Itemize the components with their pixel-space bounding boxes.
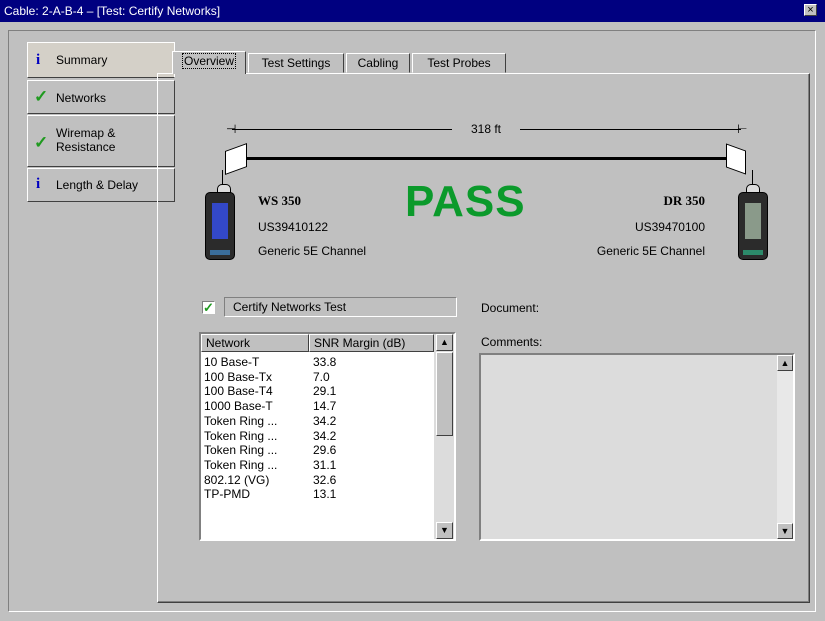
comments-label: Comments: xyxy=(481,335,543,349)
document-label: Document: xyxy=(481,301,540,315)
dimension-arrow-right-icon: ⊢ xyxy=(737,122,748,136)
comments-field[interactable]: ▲ ▼ xyxy=(479,353,795,541)
check-icon: ✓ xyxy=(203,300,214,315)
right-device-type: Generic 5E Channel xyxy=(596,244,705,258)
snr-margin-value: 29.6 xyxy=(313,443,337,458)
network-name: 10 Base-T xyxy=(204,355,260,369)
snr-margin-value: 34.2 xyxy=(313,428,337,443)
network-name: Token Ring ... xyxy=(204,428,278,443)
scroll-down-button[interactable]: ▼ xyxy=(436,522,453,539)
cable-length: 318 ft xyxy=(470,122,502,136)
snr-margin-value: 13.1 xyxy=(313,487,337,502)
tab-test-settings[interactable]: Test Settings xyxy=(248,53,344,73)
network-name: TP-PMD xyxy=(204,487,250,502)
tab-test-probes[interactable]: Test Probes xyxy=(412,53,506,73)
dimension-arrow-left-icon: ⊣ xyxy=(226,122,237,136)
network-list[interactable]: Network SNR Margin (dB) 10 Base-T 33.8 100… xyxy=(199,332,456,541)
nav-item-wiremap-resistance[interactable]: ✓ Wiremap & Resistance xyxy=(27,115,175,167)
network-name: Token Ring ... xyxy=(204,457,278,472)
check-icon: ✓ xyxy=(34,133,49,152)
remote-tester-icon xyxy=(738,192,768,260)
info-icon: i xyxy=(36,52,41,68)
snr-margin-value: 32.6 xyxy=(313,472,337,487)
scroll-up-icon: ▲ xyxy=(780,358,790,368)
nav-item-label: Length & Delay xyxy=(56,178,139,192)
right-device-serial: US39470100 xyxy=(634,220,705,234)
test-result: PASS xyxy=(405,177,526,226)
left-device-model: WS 350 xyxy=(258,193,301,208)
snr-margin-value: 33.8 xyxy=(313,355,337,369)
scroll-up-icon: ▲ xyxy=(440,337,449,347)
main-tester-icon xyxy=(205,192,235,260)
column-header-network[interactable]: Network xyxy=(201,334,309,352)
snr-margin-value: 31.1 xyxy=(313,457,337,472)
length-dimension-line xyxy=(520,129,741,130)
nav-item-summary[interactable]: i Summary xyxy=(27,42,175,78)
network-name: Token Ring ... xyxy=(204,413,278,428)
close-icon: × xyxy=(807,4,814,16)
network-name: 1000 Base-T xyxy=(204,399,273,414)
network-name: 802.12 (VG) xyxy=(204,472,270,487)
check-icon: ✓ xyxy=(34,87,49,106)
scroll-down-icon: ▼ xyxy=(780,526,790,536)
window-title: Cable: 2-A-B-4 – [Test: Certify Networks… xyxy=(4,4,221,18)
cable-line xyxy=(245,157,735,160)
nav-item-networks[interactable]: ✓ Networks xyxy=(27,80,175,114)
left-nav: i Summary ✓ Networks ✓ Wiremap & Resista… xyxy=(27,42,177,212)
tab-cabling[interactable]: Cabling xyxy=(346,53,410,73)
title-bar: Cable: 2-A-B-4 – [Test: Certify Networks… xyxy=(0,0,825,22)
network-name: Token Ring ... xyxy=(204,443,278,458)
scroll-thumb[interactable] xyxy=(436,352,453,436)
network-rows: 10 Base-T 33.8 100 Base-Tx 7.0 100 Base-T4 29… xyxy=(201,355,434,539)
nav-item-label: Wiremap & Resistance xyxy=(56,126,116,154)
right-device-model: DR 350 xyxy=(663,193,705,208)
close-button[interactable]: × xyxy=(804,4,817,16)
nav-item-label: Networks xyxy=(56,91,107,105)
left-device-serial: US39410122 xyxy=(258,220,329,234)
network-name: 100 Base-T4 xyxy=(204,384,273,399)
column-header-snr-margin[interactable]: SNR Margin (dB) xyxy=(309,334,434,352)
test-checkbox[interactable]: ✓ xyxy=(202,301,215,314)
length-dimension-line xyxy=(232,129,452,130)
scroll-down-icon: ▼ xyxy=(440,525,449,535)
nav-item-label: Summary xyxy=(56,53,108,67)
tab-overview[interactable]: Overview xyxy=(172,51,246,74)
left-device-type: Generic 5E Channel xyxy=(258,244,367,258)
scroll-down-button[interactable]: ▼ xyxy=(777,523,793,539)
snr-margin-value: 7.0 xyxy=(313,369,330,384)
snr-margin-value: 14.7 xyxy=(313,399,337,414)
scroll-up-button[interactable]: ▲ xyxy=(777,355,793,371)
info-icon: i xyxy=(36,176,41,192)
network-name: 100 Base-Tx xyxy=(204,369,273,384)
comments-scrollbar[interactable]: ▲ ▼ xyxy=(777,355,793,539)
scroll-up-button[interactable]: ▲ xyxy=(436,334,453,351)
snr-margin-value: 34.2 xyxy=(313,413,337,428)
list-scrollbar[interactable]: ▲ ▼ xyxy=(434,334,454,539)
nav-item-length-delay[interactable]: i Length & Delay xyxy=(27,168,175,202)
snr-margin-value: 29.1 xyxy=(313,384,337,399)
test-name-field: Certify Networks Test xyxy=(224,297,457,317)
